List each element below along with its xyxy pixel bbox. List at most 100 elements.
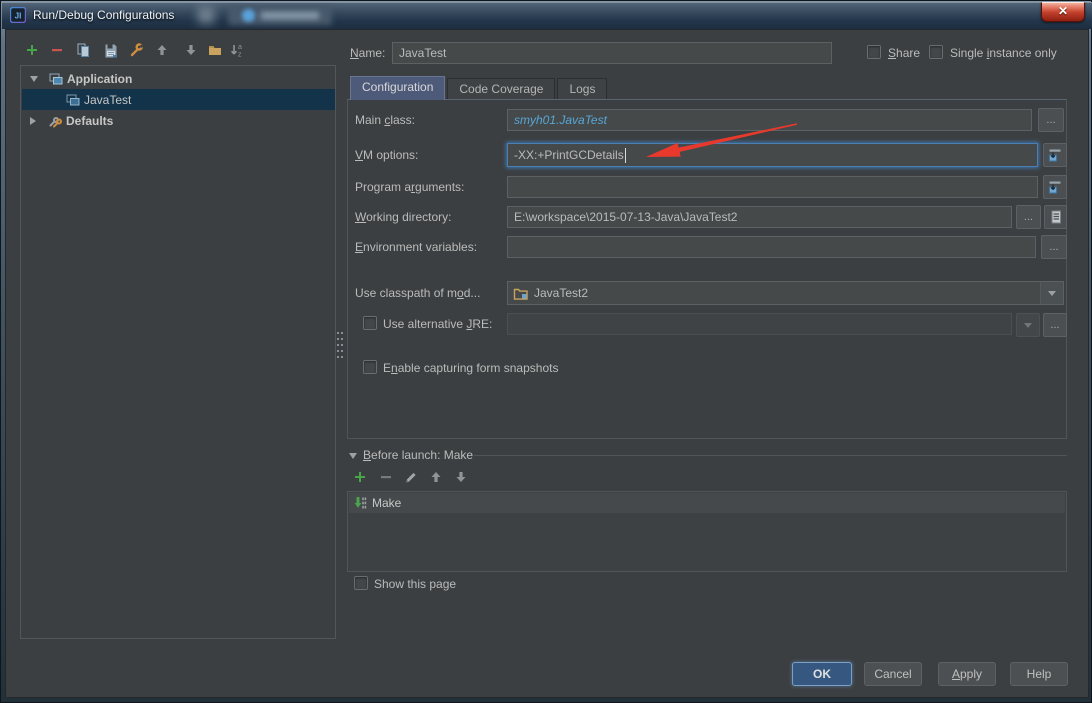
vm-options-expand-button[interactable] [1043,143,1067,167]
tree-item-label: Defaults [66,114,113,128]
enable-snapshots-checkbox[interactable] [363,360,377,374]
svg-text:z: z [238,52,242,59]
tab-configuration[interactable]: Configuration [350,76,445,100]
tree-item-label: Application [67,72,132,86]
program-arguments-expand-button[interactable] [1043,175,1067,199]
program-arguments-input[interactable] [507,176,1038,198]
name-value: JavaTest [399,46,446,60]
alternative-jre-dropdown-button[interactable] [1016,313,1040,337]
name-label: Name: [350,46,385,60]
module-classpath-dropdown[interactable]: JavaTest2 [507,281,1064,305]
single-instance-checkbox[interactable] [929,45,943,59]
use-alternative-jre-label[interactable]: Use alternative JRE: [383,317,492,331]
name-input[interactable]: JavaTest [392,42,832,64]
sort-configurations-button[interactable]: a z [228,41,246,59]
save-configuration-button[interactable] [102,41,120,59]
enable-snapshots-label[interactable]: Enable capturing form snapshots [383,361,558,375]
use-alternative-jre-checkbox[interactable] [363,316,377,330]
close-button[interactable]: ✕ [1041,2,1085,22]
environment-variables-input[interactable] [507,236,1036,258]
apply-button[interactable]: Apply [938,662,996,686]
save-icon [103,42,119,58]
vm-options-input[interactable]: -XX:+PrintGCDetails [507,143,1038,167]
intellij-logo-icon: JI [10,7,27,24]
share-checkbox[interactable] [867,45,881,59]
create-folder-button[interactable] [206,41,224,59]
arrow-up-icon [428,469,444,485]
expand-icon[interactable] [30,117,36,125]
splitter-grip[interactable] [336,330,344,358]
make-icon [352,495,368,511]
module-classpath-value: JavaTest2 [534,286,588,300]
expand-editor-icon [1047,147,1063,163]
folder-icon [207,42,223,58]
alternative-jre-browse-button[interactable]: ... [1043,313,1067,337]
tree-item-label: JavaTest [84,93,131,107]
working-directory-input[interactable]: E:\workspace\2015-07-13-Java\JavaTest2 [507,206,1012,228]
show-this-page-label[interactable]: Show this page [374,577,456,591]
ok-button[interactable]: OK [792,662,852,686]
working-directory-label: Working directory: [355,210,451,224]
share-label[interactable]: Share [888,46,920,60]
single-instance-label[interactable]: Single instance only [950,46,1057,60]
background-window-blur [198,8,214,23]
main-class-browse-button[interactable]: ... [1038,108,1064,132]
vm-options-label: VM options: [355,148,418,162]
module-icon [513,285,529,301]
add-icon [352,469,368,485]
arrow-down-icon [453,469,469,485]
environment-variables-browse-button[interactable]: ... [1041,235,1067,259]
svg-text:a: a [238,44,242,51]
program-arguments-label: Program arguments: [355,180,464,194]
collapse-icon[interactable] [30,76,38,82]
help-button[interactable]: Help [1010,662,1068,686]
application-type-icon [65,92,81,108]
before-launch-edit-button[interactable] [402,468,420,486]
before-launch-collapse-icon[interactable] [349,453,357,459]
environment-variables-label: Environment variables: [355,240,477,254]
copy-configuration-button[interactable] [74,41,92,59]
alternative-jre-input[interactable] [507,313,1012,335]
tab-code-coverage[interactable]: Code Coverage [447,78,555,100]
title-bar[interactable]: JI Run/Debug Configurations ✕ [2,2,1092,29]
remove-configuration-button[interactable] [48,41,66,59]
main-class-value: smyh01.JavaTest [514,113,607,127]
svg-text:JI: JI [15,12,22,21]
tree-item-javatest[interactable]: JavaTest [22,89,335,110]
add-icon [24,42,40,58]
background-window-blur [228,6,332,25]
main-class-label: Main class: [355,113,415,127]
main-class-input[interactable]: smyh01.JavaTest [507,109,1032,131]
before-launch-add-button[interactable] [351,468,369,486]
move-down-button[interactable] [182,41,200,59]
cancel-button[interactable]: Cancel [864,662,922,686]
before-launch-move-down-button[interactable] [452,468,470,486]
before-launch-move-up-button[interactable] [427,468,445,486]
working-directory-macro-button[interactable] [1044,205,1067,229]
dialog-content: a z Application JavaTest [5,29,1089,698]
configurations-tree: Application JavaTest Defaults [20,65,336,639]
arrow-down-icon [183,42,199,58]
tree-item-application[interactable]: Application [22,68,335,89]
copy-icon [75,42,91,58]
text-caret [625,148,626,163]
close-icon: ✕ [1058,4,1068,18]
working-directory-browse-button[interactable]: ... [1016,205,1041,229]
arrow-up-icon [154,42,170,58]
tab-logs[interactable]: Logs [557,78,607,100]
before-launch-header[interactable]: Before launch: Make [363,448,473,462]
edit-defaults-button[interactable] [127,41,145,59]
expand-editor-icon [1047,179,1063,195]
move-up-button[interactable] [153,41,171,59]
tree-item-defaults[interactable]: Defaults [22,110,335,131]
before-launch-remove-button[interactable] [377,468,395,486]
dropdown-arrow-icon[interactable] [1040,282,1063,304]
pencil-icon [403,469,419,485]
before-launch-list: Make [347,491,1067,572]
run-debug-configurations-dialog: JI Run/Debug Configurations ✕ [0,0,1092,703]
use-classpath-label: Use classpath of mod... [355,286,480,300]
sort-alphabetically-icon: a z [229,42,245,58]
before-launch-item-make[interactable]: Make [349,493,1065,513]
show-this-page-checkbox[interactable] [354,576,368,590]
add-configuration-button[interactable] [23,41,41,59]
